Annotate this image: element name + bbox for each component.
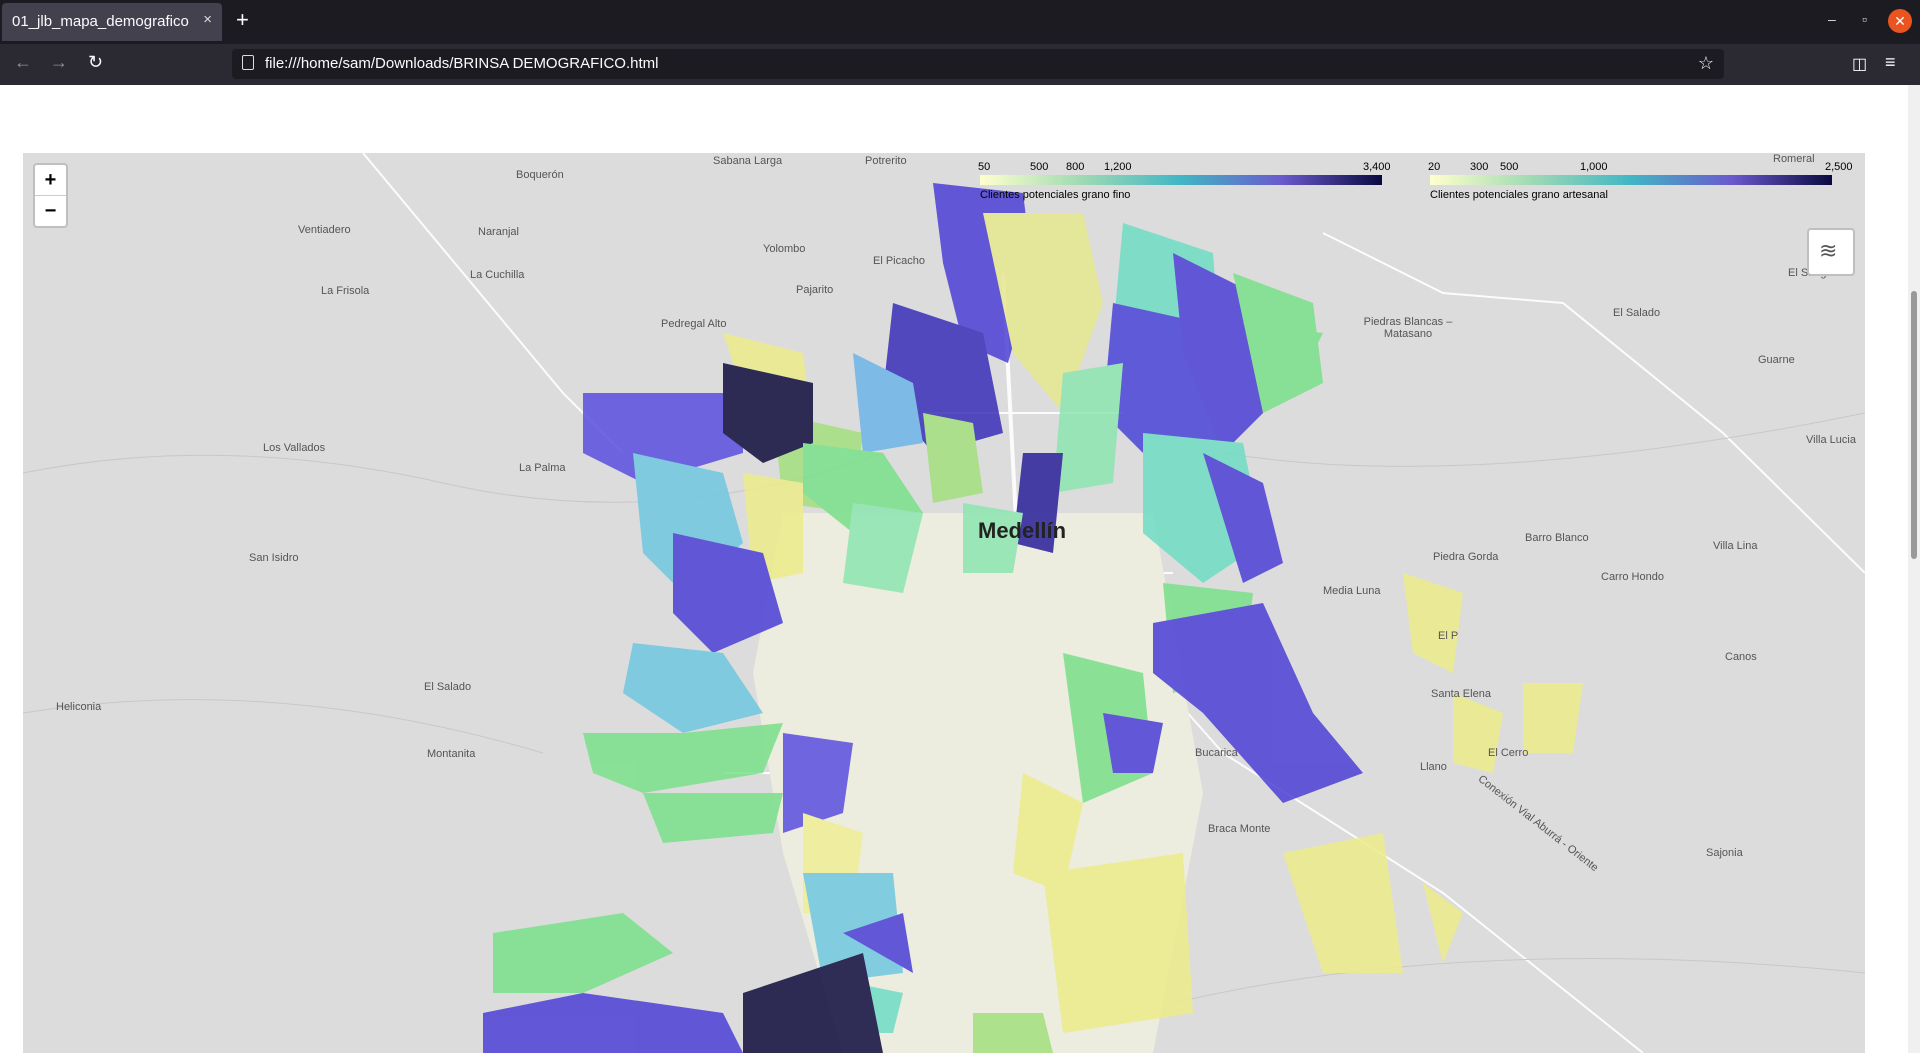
place-label: La Cuchilla <box>470 269 525 281</box>
legend-tick: 1,200 <box>1104 161 1132 173</box>
place-label: Heliconia <box>56 701 102 713</box>
place-label: Sajonia <box>1706 847 1743 859</box>
url-bar[interactable]: file:///home/sam/Downloads/BRINSA DEMOGR… <box>232 49 1724 79</box>
legend-grano-artesanal: 20 300 500 1,000 2,500 Clientes potencia… <box>1428 161 1853 205</box>
place-label: Villa Lina <box>1713 540 1758 552</box>
place-label: Bucarica <box>1195 747 1238 759</box>
place-label: Ventiadero <box>298 224 351 236</box>
forward-icon[interactable]: → <box>50 52 68 73</box>
layers-control[interactable]: ≋ <box>1807 228 1855 276</box>
place-label: Santa Elena <box>1431 688 1491 700</box>
legend-tick: 500 <box>1030 161 1049 173</box>
place-label: Canos <box>1725 651 1757 663</box>
url-text[interactable]: file:///home/sam/Downloads/BRINSA DEMOGR… <box>265 55 658 72</box>
tab-title: 01_jlb_mapa_demografico <box>12 13 189 30</box>
place-label: Sabana Larga <box>713 155 783 167</box>
place-label: Yolombo <box>763 243 806 255</box>
place-label: Naranjal <box>478 226 519 238</box>
place-label: Media Luna <box>1323 585 1381 597</box>
place-label: El Cerro <box>1488 747 1529 759</box>
legend-caption: Clientes potenciales grano fino <box>980 189 1131 201</box>
legend-tick: 500 <box>1500 161 1519 173</box>
legend-color-bar <box>980 175 1382 185</box>
nav-bar: ← → ↻ file:///home/sam/Downloads/BRINSA … <box>0 44 1920 85</box>
tab-active[interactable]: 01_jlb_mapa_demografico × <box>2 3 222 41</box>
place-label: Los Vallados <box>263 442 326 454</box>
place-label: Boquerón <box>516 169 564 181</box>
place-label: Braca Monte <box>1208 823 1271 835</box>
legend-tick: 1,000 <box>1580 161 1608 173</box>
legend-grano-fino: 50 500 800 1,200 3,400 Clientes potencia… <box>978 161 1398 205</box>
place-label: El Salado <box>424 681 472 693</box>
place-label: La Palma <box>519 462 566 474</box>
legend-tick: 50 <box>978 161 991 173</box>
place-label: Llano <box>1420 761 1447 773</box>
legend-tick: 2,500 <box>1825 161 1853 173</box>
place-label: Guarne <box>1758 354 1795 366</box>
window-close-icon[interactable]: ✕ <box>1888 9 1912 33</box>
place-label: Pajarito <box>796 284 834 296</box>
back-icon[interactable]: ← <box>14 52 32 73</box>
legend-color-bar <box>1430 175 1832 185</box>
layers-icon: ≋ <box>1819 238 1838 263</box>
tab-close-icon[interactable]: × <box>203 11 212 28</box>
place-label: El P <box>1438 630 1459 642</box>
page-scrollbar[interactable] <box>1908 85 1920 1053</box>
reload-icon[interactable]: ↻ <box>88 52 103 73</box>
page-content: Sabana Larga Potrerito Boquerón Ventiade… <box>0 85 1920 1053</box>
legend-tick: 3,400 <box>1363 161 1391 173</box>
legend-caption: Clientes potenciales grano artesanal <box>1430 189 1608 201</box>
zoom-out-button[interactable]: − <box>35 195 66 226</box>
legend-tick: 800 <box>1066 161 1085 173</box>
place-label: Montanita <box>427 748 476 760</box>
legend-tick: 20 <box>1428 161 1441 173</box>
place-label: Carro Hondo <box>1601 571 1664 583</box>
place-label: La Frisola <box>321 285 370 297</box>
new-tab-button[interactable]: + <box>236 7 249 33</box>
page-icon <box>242 55 254 70</box>
place-label: San Isidro <box>249 552 299 564</box>
place-label: Barro Blanco <box>1525 532 1589 544</box>
hamburger-menu-icon[interactable]: ≡ <box>1885 52 1896 73</box>
zoom-control: + − <box>33 163 68 228</box>
pocket-icon[interactable]: ◫ <box>1852 54 1867 74</box>
place-label: Villa Lucia <box>1806 434 1856 446</box>
place-label: Pedregal Alto <box>661 318 727 330</box>
city-label: Medellín <box>978 518 1067 543</box>
restore-icon[interactable]: ▫ <box>1862 11 1867 27</box>
place-label: Piedras Blancas – Matasano <box>1363 316 1453 340</box>
zoom-in-button[interactable]: + <box>35 165 66 195</box>
tab-bar: 01_jlb_mapa_demografico × + – ▫ ✕ <box>0 0 1920 44</box>
place-label: El Salado <box>1613 307 1661 319</box>
place-label: Potrerito <box>865 155 907 167</box>
bookmark-star-icon[interactable]: ☆ <box>1698 53 1714 74</box>
choropleth-map[interactable]: Sabana Larga Potrerito Boquerón Ventiade… <box>23 153 1865 1053</box>
scrollbar-thumb[interactable] <box>1911 291 1917 559</box>
place-label: El Picacho <box>873 255 925 267</box>
map-base <box>23 153 1865 1053</box>
place-label: Piedra Gorda <box>1433 551 1499 563</box>
legend-tick: 300 <box>1470 161 1489 173</box>
minimize-icon[interactable]: – <box>1828 11 1836 27</box>
